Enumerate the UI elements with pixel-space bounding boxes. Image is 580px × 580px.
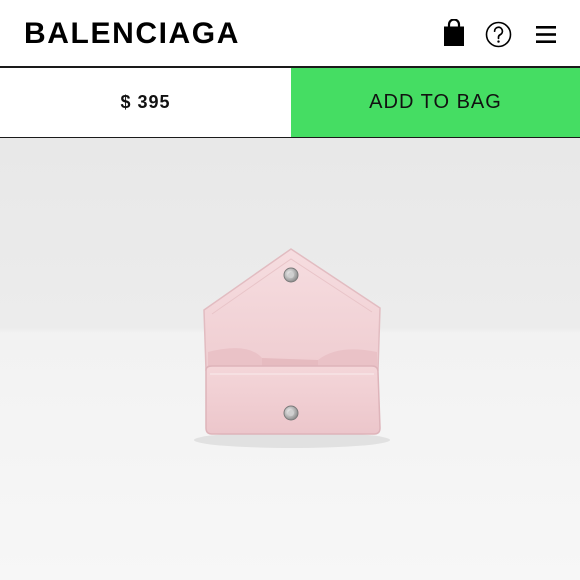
purchase-bar: $ 395 ADD TO BAG bbox=[0, 68, 580, 138]
menu-icon[interactable] bbox=[535, 24, 557, 45]
help-icon[interactable] bbox=[485, 21, 512, 48]
product-page: BALENCIAGA $ 395 ADD TO BAG bbox=[0, 0, 580, 580]
add-to-bag-button[interactable]: ADD TO BAG bbox=[291, 68, 580, 137]
product-price: $ 395 bbox=[120, 92, 171, 112]
shopping-bag-icon[interactable] bbox=[442, 19, 466, 47]
pink-mini-wallet bbox=[194, 248, 390, 448]
product-image[interactable] bbox=[0, 138, 580, 580]
brand-logo[interactable]: BALENCIAGA bbox=[24, 17, 240, 51]
top-header: BALENCIAGA bbox=[0, 0, 580, 68]
